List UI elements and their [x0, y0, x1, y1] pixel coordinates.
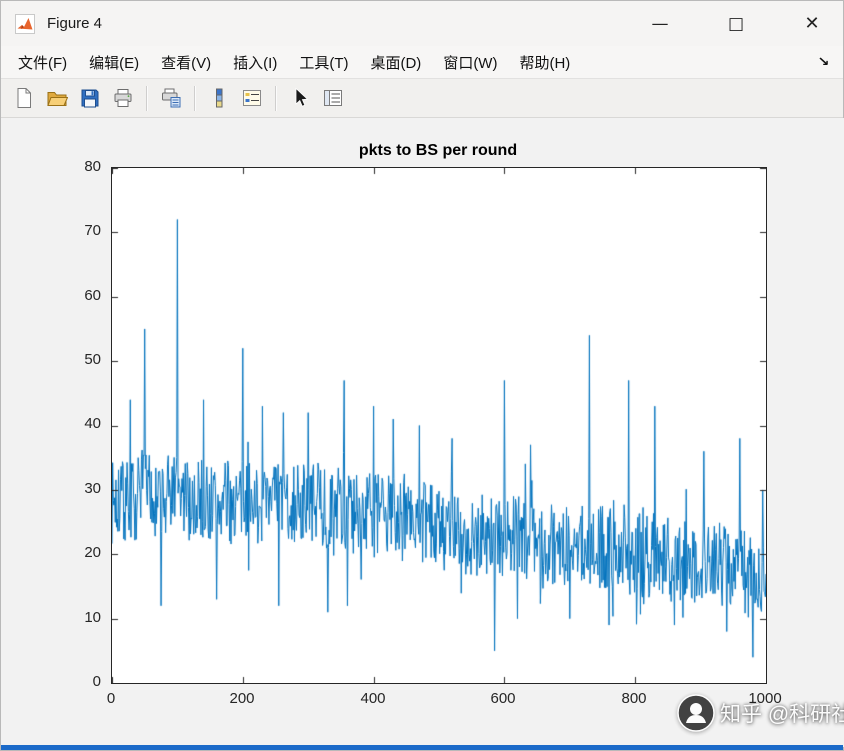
- dock-arrow-icon[interactable]: ↘: [818, 54, 830, 70]
- maximize-button[interactable]: □: [721, 9, 751, 39]
- x-tick-label: 200: [229, 690, 255, 707]
- y-tick-label: 70: [84, 222, 101, 239]
- x-tick-label: 1000: [748, 690, 782, 707]
- colorbar-icon: [215, 88, 222, 108]
- y-tick-label: 20: [84, 544, 101, 561]
- menu-item-help[interactable]: 帮助(H): [508, 48, 581, 77]
- property-inspector-button[interactable]: [317, 83, 348, 113]
- minimize-button[interactable]: —: [645, 9, 675, 39]
- close-button[interactable]: ✕: [797, 9, 827, 39]
- x-tick-label: 600: [490, 690, 516, 707]
- y-tick-label: 30: [84, 480, 101, 497]
- toolbar-separator: [146, 85, 147, 111]
- x-tick-label: 400: [360, 690, 386, 707]
- menubar: 文件(F) 编辑(E) 查看(V) 插入(I) 工具(T) 桌面(D) 窗口(W…: [1, 46, 843, 79]
- print-preview-icon: [161, 88, 180, 108]
- y-tick-label: 80: [84, 158, 101, 175]
- x-tick-label: 0: [106, 690, 116, 707]
- window-title: Figure 4: [47, 15, 103, 32]
- plot-title: pkts to BS per round: [358, 142, 518, 159]
- y-tick-label: 0: [92, 673, 101, 690]
- matlab-figure-window: Figure 4 — □ ✕ 文件(F) 编辑(E) 查看(V) 插入(I) 工…: [0, 0, 844, 751]
- menu-item-desktop[interactable]: 桌面(D): [359, 48, 432, 77]
- open-file-button[interactable]: [41, 83, 72, 113]
- line-plot: [111, 167, 767, 684]
- matlab-icon: [15, 13, 35, 34]
- new-file-icon: [17, 88, 31, 108]
- watermark-avatar-icon: [677, 694, 715, 732]
- print-preview-button[interactable]: [155, 83, 186, 113]
- figure-canvas-area: pkts to BS per round 80 70 60 50 40 30 2…: [1, 118, 844, 747]
- insert-legend-icon: [242, 90, 261, 106]
- figure-toolbar: [1, 79, 843, 118]
- menu-item-view[interactable]: 查看(V): [150, 48, 222, 77]
- open-file-icon: [46, 92, 68, 106]
- toolbar-separator: [194, 85, 195, 111]
- window-controls: — □ ✕: [645, 1, 827, 46]
- colorbar-button[interactable]: [203, 83, 234, 113]
- new-file-button[interactable]: [8, 83, 39, 113]
- print-button[interactable]: [107, 83, 138, 113]
- save-button[interactable]: [74, 83, 105, 113]
- toolbar-separator: [275, 85, 276, 111]
- menu-item-file[interactable]: 文件(F): [7, 48, 78, 77]
- x-tick-label: 800: [621, 690, 647, 707]
- y-tick-label: 60: [84, 287, 101, 304]
- menu-item-insert[interactable]: 插入(I): [222, 48, 288, 77]
- y-tick-label: 40: [84, 415, 101, 432]
- y-tick-label: 50: [84, 351, 101, 368]
- pointer-button[interactable]: [284, 83, 315, 113]
- property-inspector-icon: [323, 90, 342, 106]
- insert-legend-button[interactable]: [236, 83, 267, 113]
- menu-item-window[interactable]: 窗口(W): [432, 48, 508, 77]
- print-icon: [114, 89, 131, 107]
- y-tick-label: 10: [84, 609, 101, 626]
- menu-item-tools[interactable]: 工具(T): [288, 48, 359, 77]
- titlebar: Figure 4 — □ ✕: [1, 1, 843, 46]
- pointer-icon: [295, 87, 308, 107]
- menu-item-edit[interactable]: 编辑(E): [78, 48, 150, 77]
- bottom-edge-strip: [1, 745, 843, 750]
- save-icon: [81, 89, 98, 108]
